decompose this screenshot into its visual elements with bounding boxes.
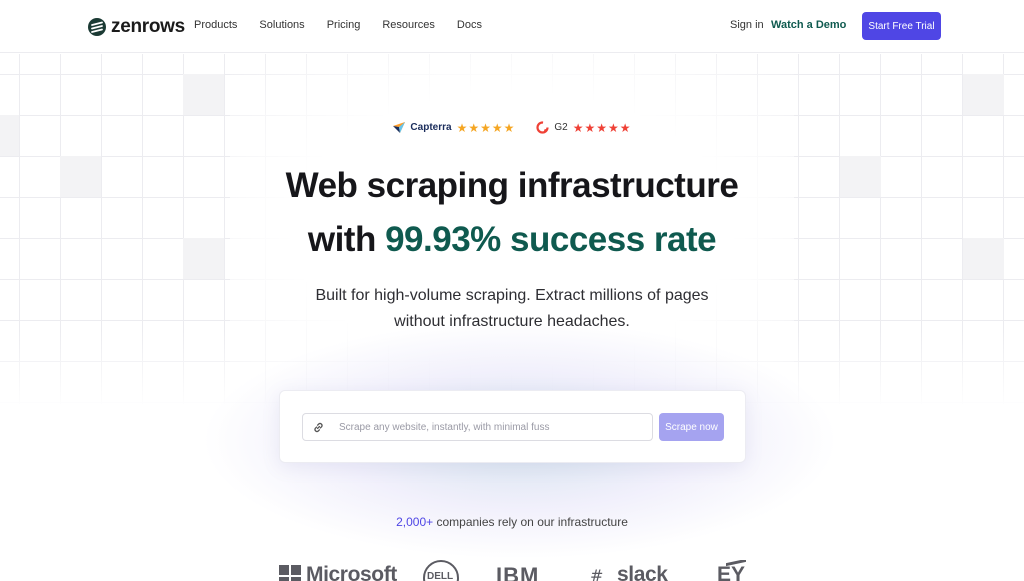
star-icon: ★: [572, 120, 584, 135]
hero-title-prefix: with: [307, 220, 386, 259]
ratings-row: Capterra ★ ★ ★ ★ ★ G2 ★ ★ ★ ★ ★: [0, 121, 1024, 134]
star-icon: ★: [503, 120, 515, 135]
slack-logo-text: slack: [617, 563, 668, 581]
zenrows-logo-icon: [88, 18, 106, 36]
star-icon: ★: [608, 120, 619, 135]
logo[interactable]: zenrows: [88, 16, 185, 38]
ibm-logo-text: IBM: [496, 563, 540, 581]
grid-shade: [963, 74, 1004, 115]
scrape-input-wrapper[interactable]: [302, 413, 653, 441]
dell-logo-text: DELL: [427, 571, 454, 581]
ey-logo-text: EY: [717, 563, 746, 581]
start-free-trial-button[interactable]: Start Free Trial: [862, 12, 941, 40]
hero-subtitle-line-2: without infrastructure headaches.: [394, 313, 630, 330]
nav-products[interactable]: Products: [194, 19, 237, 31]
companies-count: 2,000+: [396, 515, 434, 529]
star-icon: ★: [619, 120, 631, 135]
g2-name: G2: [554, 122, 568, 133]
star-icon: ★: [468, 120, 480, 135]
slack-logo-icon: #: [590, 566, 604, 581]
scrape-now-button[interactable]: Scrape now: [659, 413, 724, 441]
capterra-name: Capterra: [410, 122, 452, 133]
nav-resources[interactable]: Resources: [382, 19, 435, 31]
hero-title-line-2: with 99.93% success rate: [0, 220, 1024, 260]
hero-title-accent: 99.93% success rate: [385, 220, 717, 259]
nav-pricing[interactable]: Pricing: [327, 19, 361, 31]
microsoft-logo-text: Microsoft: [306, 563, 397, 581]
companies-caption: 2,000+ companies rely on our infrastruct…: [0, 515, 1024, 529]
star-icon: ★: [456, 120, 468, 135]
grid-shade: [183, 74, 224, 115]
scrape-url-input[interactable]: [339, 421, 629, 433]
companies-text: companies rely on our infrastructure: [433, 515, 628, 529]
microsoft-logo-icon: [279, 565, 301, 581]
link-icon: [314, 422, 323, 432]
g2-stars: ★ ★ ★ ★ ★: [573, 122, 631, 134]
site-header: zenrows Products Solutions Pricing Resou…: [0, 0, 1024, 53]
nav-solutions[interactable]: Solutions: [259, 19, 304, 31]
scrape-card: Scrape now: [279, 390, 746, 463]
capterra-stars: ★ ★ ★ ★ ★: [457, 122, 515, 134]
main-nav: Products Solutions Pricing Resources Doc…: [194, 19, 504, 31]
watch-demo-link[interactable]: Watch a Demo: [771, 19, 846, 31]
sign-in-link[interactable]: Sign in: [730, 19, 764, 31]
g2-rating[interactable]: G2 ★ ★ ★ ★ ★: [536, 121, 631, 134]
g2-icon: [536, 121, 549, 134]
star-icon: ★: [480, 120, 491, 135]
hero-title-line-1: Web scraping infrastructure: [285, 166, 739, 205]
capterra-icon: [393, 122, 406, 133]
star-icon: ★: [491, 120, 503, 135]
hero-subtitle-line-1: Built for high-volume scraping. Extract …: [315, 287, 709, 304]
logo-text: zenrows: [111, 16, 185, 37]
star-icon: ★: [596, 120, 608, 135]
star-icon: ★: [584, 120, 596, 135]
nav-docs[interactable]: Docs: [457, 19, 482, 31]
customer-logos: Microsoft DELL IBM # slack EY: [0, 560, 1024, 581]
capterra-rating[interactable]: Capterra ★ ★ ★ ★ ★: [393, 121, 514, 134]
